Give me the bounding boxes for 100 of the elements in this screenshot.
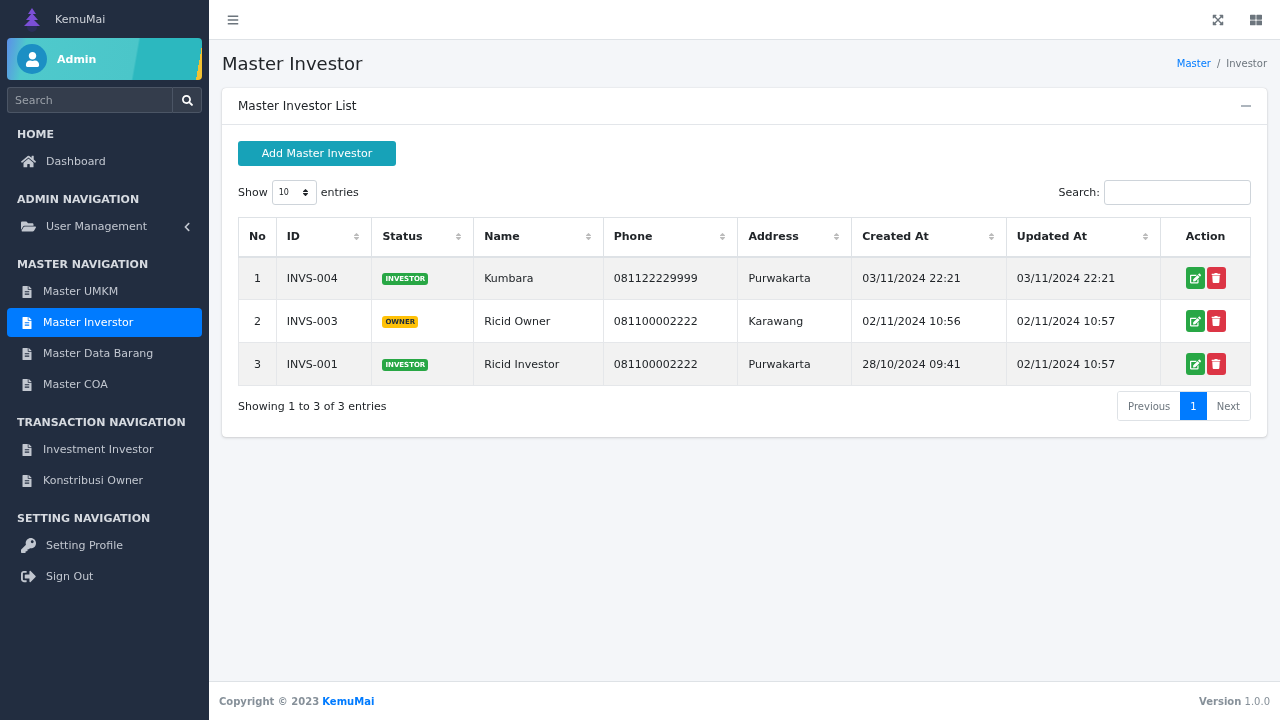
- sidebar-item[interactable]: Master UMKM: [7, 277, 202, 306]
- document-icon: [21, 316, 33, 329]
- search-icon: [181, 94, 193, 106]
- edit-icon: [1189, 358, 1201, 370]
- sort-icon: [583, 232, 593, 242]
- table-cell: 2: [238, 299, 277, 343]
- table-cell: INVS-003: [276, 299, 372, 343]
- edit-button[interactable]: [1185, 267, 1205, 290]
- copyright-text: Copyright © 2023: [219, 695, 320, 707]
- sort-icon: [832, 232, 842, 242]
- table-cell: 02/11/2024 10:57: [1006, 342, 1161, 386]
- card-title: Master Investor List: [238, 99, 357, 113]
- sidebar-item[interactable]: Setting Profile: [7, 531, 202, 560]
- search-button[interactable]: [172, 87, 202, 113]
- table-info: Showing 1 to 3 of 3 entries: [238, 399, 387, 413]
- column-header[interactable]: ID: [276, 217, 372, 257]
- table-cell: Ricid Owner: [473, 299, 604, 343]
- table-cell: 081122229999: [603, 256, 738, 300]
- trash-icon: [1211, 359, 1222, 369]
- column-header[interactable]: Name: [473, 217, 604, 257]
- sort-icon: [718, 232, 728, 242]
- version-number: 1.0.0: [1244, 695, 1270, 707]
- table-cell: Purwakarta: [738, 342, 852, 386]
- edit-button[interactable]: [1185, 353, 1205, 375]
- document-icon: [21, 443, 33, 456]
- table-cell: Purwakarta: [738, 256, 852, 300]
- sign-out-icon: [21, 569, 36, 584]
- column-header[interactable]: Created At: [851, 217, 1007, 257]
- page-title: Master Investor: [222, 52, 363, 74]
- sidebar-search-field[interactable]: Search: [7, 87, 172, 113]
- sort-icon: [1141, 232, 1151, 242]
- table-cell: 03/11/2024 22:21: [851, 256, 1007, 300]
- chevron-icon: [182, 221, 192, 232]
- search-field[interactable]: [1104, 180, 1251, 205]
- page-length-select[interactable]: 10: [271, 180, 317, 205]
- table-cell: Kumbara: [473, 256, 604, 300]
- show-label: Show: [238, 186, 268, 199]
- trash-icon: [1211, 273, 1222, 284]
- document-icon: [21, 285, 33, 298]
- avatar-icon: [17, 44, 47, 74]
- trash-icon: [1211, 316, 1222, 326]
- table-cell: INVS-001: [276, 342, 372, 386]
- breadcrumb-current: Investor: [1226, 57, 1267, 69]
- brand-name: KemuMai: [55, 12, 106, 26]
- table-cell: INVS-004: [276, 256, 372, 300]
- key-icon: [21, 538, 36, 553]
- edit-icon: [1189, 315, 1201, 327]
- nav-section-header: SETTING NAVIGATION: [16, 511, 152, 527]
- version-label: Version: [1199, 695, 1242, 707]
- sort-icon: [454, 232, 464, 242]
- sidebar-item[interactable]: Master Inverstor: [7, 308, 202, 337]
- edit-icon: [1189, 272, 1201, 284]
- delete-button[interactable]: [1206, 353, 1226, 375]
- nav-section-header: MASTER NAVIGATION: [16, 257, 150, 273]
- search-label: Search:: [1058, 186, 1100, 199]
- fullscreen-button[interactable]: [1212, 13, 1224, 26]
- column-header[interactable]: Address: [738, 217, 852, 257]
- column-header[interactable]: Status: [371, 217, 474, 257]
- sidebar-item[interactable]: Master Data Barang: [7, 339, 202, 368]
- table-cell: 3: [238, 342, 277, 386]
- sidebar-item[interactable]: User Management: [7, 212, 202, 241]
- sort-icon: [300, 188, 310, 197]
- document-icon: [21, 347, 33, 360]
- sort-icon: [352, 232, 362, 242]
- breadcrumb-separator: /: [1216, 57, 1221, 69]
- table-cell: Ricid Investor: [473, 342, 604, 386]
- table-cell: Karawang: [738, 299, 852, 343]
- menu-button[interactable]: [227, 13, 239, 26]
- brand-link[interactable]: KemuMai: [322, 695, 375, 707]
- table-cell: 02/11/2024 10:56: [851, 299, 1007, 343]
- table-cell: 081100002222: [603, 342, 738, 386]
- delete-button[interactable]: [1206, 310, 1226, 332]
- folder-icon: [21, 219, 36, 234]
- sidebar-item[interactable]: Master COA: [7, 370, 202, 399]
- column-header[interactable]: Phone: [603, 217, 738, 257]
- nav-section-header: HOME: [16, 127, 56, 143]
- sidebar-item[interactable]: Sign Out: [7, 562, 202, 591]
- sidebar-item[interactable]: Investment Investor: [7, 435, 202, 464]
- sidebar-item[interactable]: Dashboard: [7, 147, 202, 176]
- sidebar-item[interactable]: Konstribusi Owner: [7, 466, 202, 495]
- home-icon: [21, 154, 36, 169]
- edit-button[interactable]: [1185, 310, 1205, 332]
- document-icon: [21, 378, 33, 391]
- column-header: No: [238, 217, 277, 257]
- sort-icon: [986, 232, 996, 242]
- table-cell: 28/10/2024 09:41: [851, 342, 1007, 386]
- document-icon: [21, 474, 33, 487]
- column-header[interactable]: Updated At: [1006, 217, 1161, 257]
- breadcrumb-link[interactable]: Master: [1176, 57, 1211, 69]
- table-cell: 02/11/2024 10:57: [1006, 299, 1161, 343]
- pagination-link[interactable]: 1: [1180, 392, 1207, 420]
- grid-button[interactable]: [1250, 13, 1262, 26]
- nav-section-header: TRANSACTION NAVIGATION: [16, 415, 187, 431]
- table-cell: 03/11/2024 22:21: [1006, 256, 1161, 300]
- nav-section-header: ADMIN NAVIGATION: [16, 192, 141, 208]
- entries-label: entries: [320, 186, 359, 199]
- delete-button[interactable]: [1206, 267, 1226, 290]
- column-header: Action: [1160, 217, 1251, 257]
- user-name: Admin: [57, 52, 97, 66]
- table-cell: 1: [238, 256, 277, 300]
